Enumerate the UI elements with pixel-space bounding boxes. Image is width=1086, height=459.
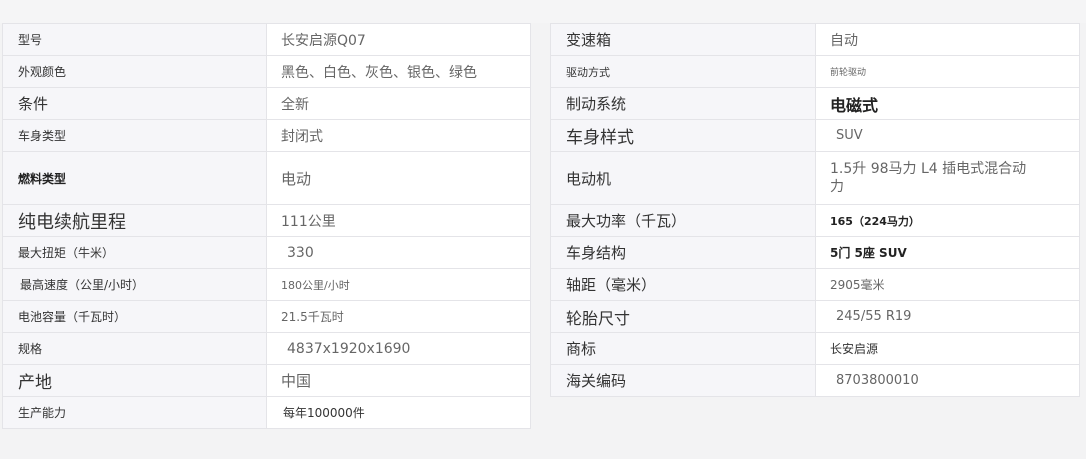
spec-value: 5门 5座 SUV (815, 236, 1080, 269)
spec-page: 型号 长安启源Q07 外观颜色 黑色、白色、灰色、银色、绿色 条件 全新 车身类… (0, 0, 1086, 459)
spec-label: 规格 (2, 332, 267, 365)
table-row: 电动机 1.5升 98马力 L4 插电式混合动力 (550, 151, 1080, 205)
spec-label: 驱动方式 (550, 55, 816, 88)
spec-label: 型号 (2, 23, 267, 56)
table-row: 纯电续航里程 111公里 (2, 204, 531, 237)
table-row: 产地 中国 (2, 364, 531, 397)
table-row: 最高速度（公里/小时） 180公里/小时 (2, 268, 531, 301)
table-row: 车身类型 封闭式 (2, 119, 531, 152)
table-row: 车身结构 5门 5座 SUV (550, 236, 1080, 269)
spec-label: 燃料类型 (2, 151, 267, 205)
spec-value: 长安启源 (815, 332, 1080, 365)
table-row: 燃料类型 电动 (2, 151, 531, 205)
spec-value: 4837x1920x1690 (266, 332, 531, 365)
spec-value: 2905毫米 (815, 268, 1080, 301)
spec-label: 最高速度（公里/小时） (2, 268, 267, 301)
spec-label: 海关编码 (550, 364, 816, 397)
spec-label: 电池容量（千瓦时） (2, 300, 267, 333)
table-row: 最大功率（千瓦） 165（224马力） (550, 204, 1080, 237)
table-row: 商标 长安启源 (550, 332, 1080, 365)
spec-value: 111公里 (266, 204, 531, 237)
spec-label: 生产能力 (2, 396, 267, 429)
top-strip (0, 0, 1086, 23)
spec-label: 变速箱 (550, 23, 816, 56)
spec-label: 轮胎尺寸 (550, 300, 816, 333)
spec-value: 电磁式 (815, 87, 1080, 120)
spec-label: 制动系统 (550, 87, 816, 120)
table-row: 车身样式 SUV (550, 119, 1080, 152)
spec-value: SUV (815, 119, 1080, 152)
spec-value: 黑色、白色、灰色、银色、绿色 (266, 55, 531, 88)
spec-label: 最大扭矩（牛米） (2, 236, 267, 269)
table-row: 电池容量（千瓦时） 21.5千瓦时 (2, 300, 531, 333)
spec-value: 330 (266, 236, 531, 269)
spec-table-left: 型号 长安启源Q07 外观颜色 黑色、白色、灰色、银色、绿色 条件 全新 车身类… (2, 23, 531, 429)
spec-label: 条件 (2, 87, 267, 120)
spec-value: 245/55 R19 (815, 300, 1080, 333)
spec-value: 前轮驱动 (815, 55, 1080, 88)
spec-value: 电动 (266, 151, 531, 205)
spec-label: 车身样式 (550, 119, 816, 152)
spec-value: 封闭式 (266, 119, 531, 152)
spec-label: 电动机 (550, 151, 816, 205)
spec-label: 产地 (2, 364, 267, 397)
spec-label: 轴距（毫米） (550, 268, 816, 301)
table-row: 变速箱 自动 (550, 23, 1080, 56)
spec-label: 车身结构 (550, 236, 816, 269)
spec-value: 中国 (266, 364, 531, 397)
table-row: 条件 全新 (2, 87, 531, 120)
spec-label: 最大功率（千瓦） (550, 204, 816, 237)
spec-value: 每年100000件 (266, 396, 531, 429)
spec-label: 外观颜色 (2, 55, 267, 88)
spec-value: 自动 (815, 23, 1080, 56)
spec-value: 全新 (266, 87, 531, 120)
spec-value: 180公里/小时 (266, 268, 531, 301)
table-row: 最大扭矩（牛米） 330 (2, 236, 531, 269)
table-row: 生产能力 每年100000件 (2, 396, 531, 429)
table-row: 外观颜色 黑色、白色、灰色、银色、绿色 (2, 55, 531, 88)
table-row: 制动系统 电磁式 (550, 87, 1080, 120)
table-row: 海关编码 8703800010 (550, 364, 1080, 397)
spec-label: 车身类型 (2, 119, 267, 152)
spec-table-right: 变速箱 自动 驱动方式 前轮驱动 制动系统 电磁式 车身样式 SUV 电动机 1… (550, 23, 1080, 397)
spec-value: 长安启源Q07 (266, 23, 531, 56)
spec-value: 8703800010 (815, 364, 1080, 397)
spec-value: 1.5升 98马力 L4 插电式混合动力 (815, 151, 1080, 205)
spec-label: 纯电续航里程 (2, 204, 267, 237)
table-row: 型号 长安启源Q07 (2, 23, 531, 56)
table-row: 驱动方式 前轮驱动 (550, 55, 1080, 88)
spec-value: 21.5千瓦时 (266, 300, 531, 333)
table-row: 规格 4837x1920x1690 (2, 332, 531, 365)
spec-label: 商标 (550, 332, 816, 365)
table-row: 轴距（毫米） 2905毫米 (550, 268, 1080, 301)
table-row: 轮胎尺寸 245/55 R19 (550, 300, 1080, 333)
spec-value: 165（224马力） (815, 204, 1080, 237)
